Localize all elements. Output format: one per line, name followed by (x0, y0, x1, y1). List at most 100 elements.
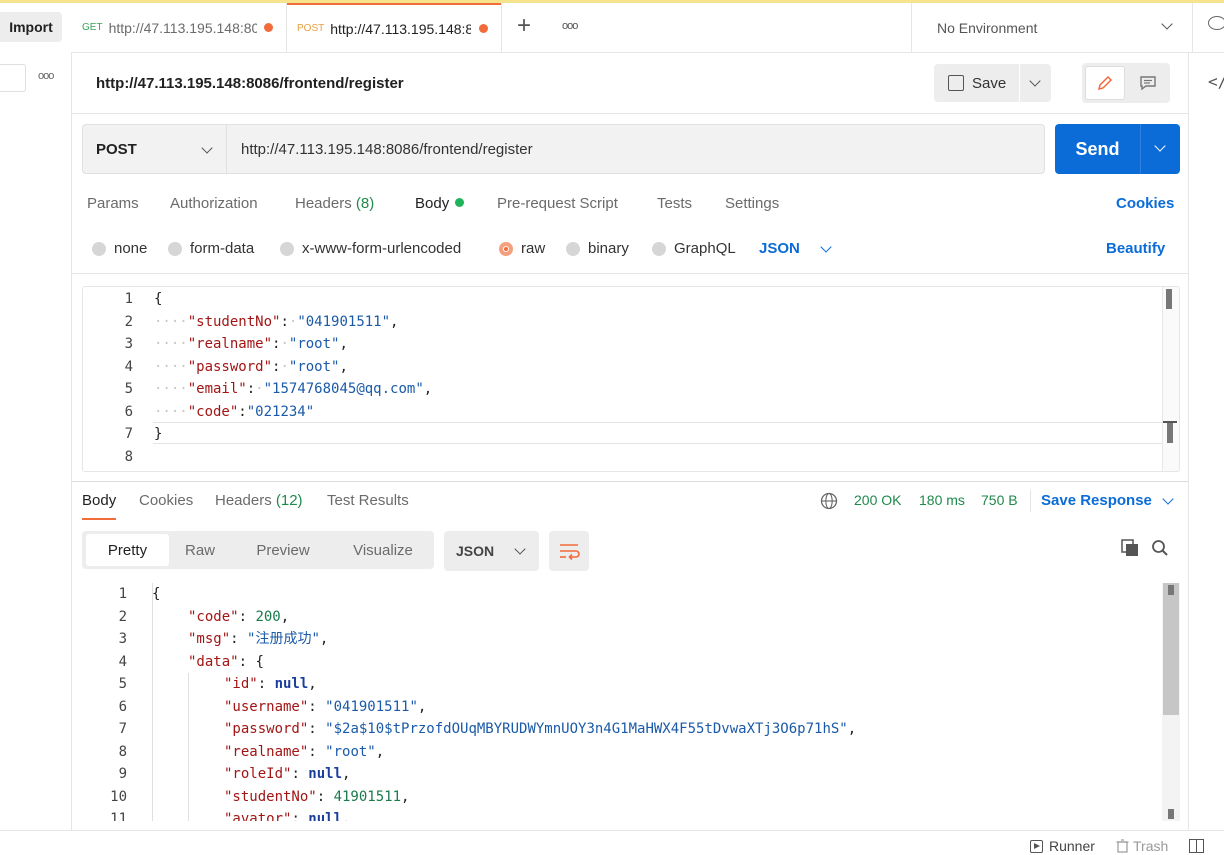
save-response-label: Save Response (1041, 492, 1152, 509)
tab-settings[interactable]: Settings (725, 195, 779, 212)
code-line: ····"password":·"root", (154, 356, 348, 378)
line-number: 3 (118, 631, 127, 647)
edit-pencil-icon[interactable] (1085, 66, 1125, 100)
radio-raw[interactable]: raw (499, 240, 545, 257)
tab-body[interactable]: Body (415, 195, 465, 212)
bracket: { (154, 291, 163, 307)
url-value: http://47.113.195.148:8086/frontend/regi… (241, 140, 533, 158)
tab-tests[interactable]: Tests (657, 195, 692, 212)
save-button[interactable]: Save (934, 64, 1019, 102)
title-divider (72, 113, 1188, 114)
response-tab-cookies[interactable]: Cookies (139, 492, 193, 509)
radio-binary[interactable]: binary (566, 240, 629, 257)
comments-icon[interactable] (1128, 66, 1168, 100)
cookies-link[interactable]: Cookies (1116, 195, 1174, 212)
eye-icon[interactable] (1208, 16, 1224, 30)
globe-icon[interactable] (820, 492, 838, 513)
sidebar-search-box[interactable] (0, 64, 26, 92)
code-line: ····"studentNo":·"041901511", (154, 311, 398, 333)
code-line: "msg": "注册成功", (188, 628, 328, 650)
line-number: 7 (124, 426, 133, 442)
tabs-more-icon[interactable]: ooo (562, 20, 578, 32)
postman-window: Import ooo GET http://47.113.195.148:80 … (0, 0, 1224, 855)
radio-label: binary (588, 240, 629, 257)
tab-get-request[interactable]: GET http://47.113.195.148:80 (72, 3, 286, 52)
json-value: "root" (288, 358, 340, 375)
runner-button[interactable]: Runner (1030, 838, 1095, 854)
wrap-lines-icon[interactable] (549, 531, 589, 571)
response-tab-test-results[interactable]: Test Results (327, 492, 409, 509)
response-body-viewer[interactable]: 1 {2 "code": 200, 3 "msg": "注册成功", 4 "data": {… (82, 583, 1180, 821)
chevron-down-icon (1162, 492, 1174, 505)
response-format-select[interactable]: JSON (444, 531, 539, 571)
sidebar-more-icon[interactable]: ooo (38, 70, 54, 82)
response-tab-headers[interactable]: Headers (12) (215, 492, 303, 509)
search-icon[interactable] (1151, 539, 1169, 560)
line-number: 8 (124, 448, 133, 465)
view-mode-raw[interactable]: Raw (170, 534, 230, 566)
status-code[interactable]: 200 OK (854, 492, 901, 508)
indent-dots: ···· (154, 313, 188, 330)
chevron-down-icon (1029, 75, 1041, 87)
radio-icon (280, 241, 294, 256)
response-tab-body[interactable]: Body (82, 492, 117, 520)
two-pane-view-icon[interactable] (1189, 839, 1204, 853)
radio-icon (92, 241, 106, 256)
tab-headers[interactable]: Headers (8) (295, 195, 374, 212)
radio-none[interactable]: none (92, 240, 147, 257)
response-time[interactable]: 180 ms (919, 492, 965, 508)
json-key: "studentNo" (224, 788, 317, 805)
radio-graphql[interactable]: GraphQL (652, 240, 736, 257)
method-select[interactable]: POST (82, 124, 227, 174)
save-options-button[interactable] (1020, 64, 1051, 102)
view-toggle-group (1082, 63, 1170, 103)
response-size[interactable]: 750 B (981, 492, 1018, 508)
json-value: "root" (325, 743, 376, 760)
copy-icon[interactable] (1121, 539, 1139, 560)
space-dot: · (280, 358, 289, 375)
code-line: "code": 200, (188, 606, 289, 628)
code-line: "studentNo": 41901511, (224, 786, 409, 808)
json-value: "root" (288, 336, 340, 352)
save-response-button[interactable]: Save Response (1041, 492, 1174, 509)
indent-dots: ···· (154, 336, 188, 352)
json-key: "code" (188, 608, 239, 625)
json-value: null (308, 766, 343, 782)
trash-button[interactable]: Trash (1116, 838, 1168, 854)
tab-pre-request-script[interactable]: Pre-request Script (497, 195, 618, 212)
view-mode-pretty[interactable]: Pretty (86, 534, 169, 566)
line-number: 2 (124, 313, 133, 330)
code-line: ····"realname":·"root", (154, 333, 348, 355)
json-key: "studentNo" (187, 313, 281, 330)
line-number: 10 (110, 788, 127, 805)
beautify-link[interactable]: Beautify (1106, 240, 1165, 257)
tab-label: Pre-request Script (497, 195, 618, 212)
code-snippet-icon[interactable]: </ (1208, 72, 1224, 91)
json-key: "code" (187, 403, 239, 420)
tab-params[interactable]: Params (87, 195, 139, 212)
line-number: 2 (118, 608, 127, 625)
editor-scrollbar[interactable] (1162, 287, 1179, 471)
tab-post-request[interactable]: POST http://47.113.195.148:8 (287, 3, 501, 52)
send-button[interactable]: Send (1055, 124, 1140, 174)
editor-scrollbar-thumb[interactable] (1166, 289, 1172, 309)
code-line: ····"email":·"1574768045@qq.com", (154, 378, 432, 400)
radio-x-www-form-urlencoded[interactable]: x-www-form-urlencoded (280, 240, 461, 257)
send-options-button[interactable] (1140, 124, 1180, 174)
body-format-select[interactable]: JSON (759, 240, 832, 257)
response-scrollbar-thumb[interactable] (1163, 583, 1179, 715)
url-input[interactable]: http://47.113.195.148:8086/frontend/regi… (227, 124, 1045, 174)
unsaved-dot-icon (479, 24, 489, 33)
environment-selector[interactable]: No Environment (912, 3, 1192, 52)
new-tab-plus-icon[interactable]: + (517, 12, 531, 40)
tab-label: Cookies (139, 492, 194, 509)
radio-form-data[interactable]: form-data (168, 240, 254, 257)
view-mode-preview[interactable]: Preview (242, 534, 324, 566)
response-scroll-marker (1168, 585, 1174, 595)
import-button[interactable]: Import (0, 12, 62, 42)
line-number: 4 (118, 653, 127, 670)
view-mode-visualize[interactable]: Visualize (339, 534, 427, 566)
request-body-editor[interactable]: 1{2 ····"studentNo":·"041901511", 3 ····"re… (82, 286, 1180, 472)
tab-authorization[interactable]: Authorization (170, 195, 258, 212)
code-line: { (152, 583, 160, 605)
